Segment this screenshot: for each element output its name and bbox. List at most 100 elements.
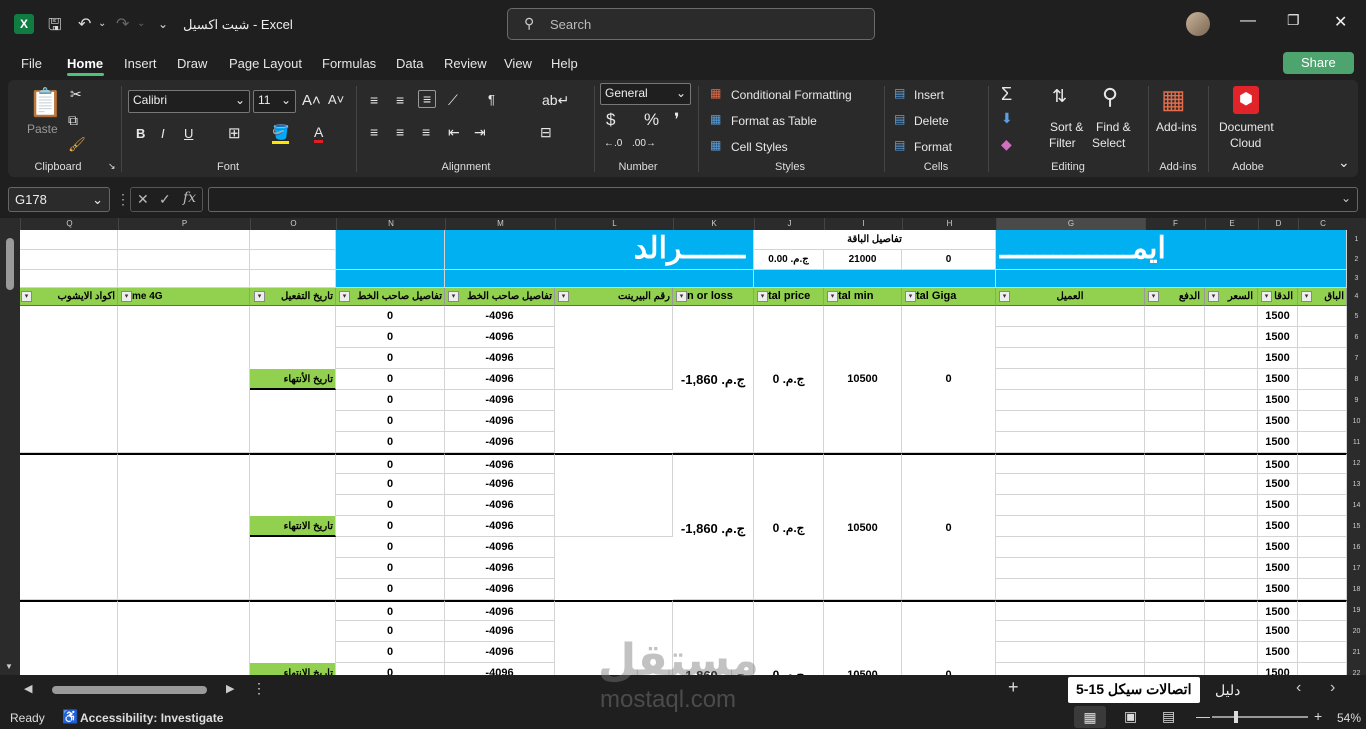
row-header[interactable]: 14: [1347, 495, 1366, 516]
package-cell[interactable]: [1298, 516, 1347, 537]
line-owner-cell[interactable]: -4096: [445, 348, 555, 369]
line-owner-cell[interactable]: 0: [336, 453, 445, 474]
minutes-cell[interactable]: 1500: [1258, 537, 1298, 558]
underline-icon[interactable]: U: [184, 126, 193, 141]
line-owner-cell[interactable]: -4096: [445, 558, 555, 579]
line-owner-cell[interactable]: -4096: [445, 411, 555, 432]
customer-cell[interactable]: [996, 348, 1145, 369]
document-cloud-label-1[interactable]: Document: [1219, 120, 1274, 134]
payment-cell[interactable]: [1145, 348, 1205, 369]
line-owner-cell[interactable]: -4096: [445, 432, 555, 453]
cut-icon[interactable]: ✂: [70, 86, 82, 103]
column-header-n[interactable]: N: [336, 218, 445, 230]
normal-view-icon[interactable]: ▦: [1074, 706, 1106, 728]
row-header[interactable]: 16: [1347, 537, 1366, 558]
total-price-cell[interactable]: ج.م. 0: [754, 306, 824, 453]
clear-icon[interactable]: ◆: [1001, 136, 1012, 153]
row-header[interactable]: 20: [1347, 621, 1366, 642]
cell[interactable]: [250, 250, 336, 270]
cancel-icon[interactable]: ✕: [137, 191, 149, 208]
minutes-cell[interactable]: 1500: [1258, 600, 1298, 621]
line-owner-cell[interactable]: -4096: [445, 453, 555, 474]
minutes-cell[interactable]: 1500: [1258, 348, 1298, 369]
payment-cell[interactable]: [1145, 579, 1205, 600]
line-owner-cell[interactable]: 0: [336, 495, 445, 516]
cell[interactable]: [445, 270, 754, 288]
line-owner-cell[interactable]: 0: [336, 369, 445, 390]
row-header[interactable]: 4: [1347, 288, 1366, 306]
header-m[interactable]: تفاصيل صاحب الخط: [445, 288, 555, 306]
borders-icon[interactable]: ⊞: [228, 124, 241, 142]
merged-cell-q[interactable]: [20, 306, 118, 453]
enter-icon[interactable]: ✓: [159, 191, 171, 208]
number-format-select[interactable]: General ⌄: [600, 83, 691, 105]
undo-icon[interactable]: ↶: [78, 14, 91, 34]
next-sheet-icon[interactable]: ›: [1330, 679, 1335, 697]
avatar[interactable]: [1186, 12, 1210, 36]
column-header-h[interactable]: H: [902, 218, 996, 230]
customer-cell[interactable]: [996, 369, 1145, 390]
column-header-e[interactable]: E: [1205, 218, 1258, 230]
increase-decimal-icon[interactable]: ←.0: [604, 138, 622, 149]
zoom-out-icon[interactable]: —: [1196, 708, 1210, 724]
customer-cell[interactable]: [996, 327, 1145, 348]
share-button[interactable]: Share: [1283, 52, 1354, 74]
package-cell[interactable]: [1298, 558, 1347, 579]
merged-cell-p[interactable]: [118, 600, 250, 675]
merged-cell-q[interactable]: [20, 453, 118, 600]
decrease-font-icon[interactable]: A˅: [328, 92, 344, 107]
restore-icon[interactable]: ❐: [1287, 12, 1300, 29]
merged-cell-l[interactable]: [555, 453, 673, 537]
customer-cell[interactable]: [996, 474, 1145, 495]
header-q[interactable]: اكواد الايشوب: [20, 288, 118, 306]
package-cell[interactable]: [1298, 306, 1347, 327]
minutes-cell[interactable]: 1500: [1258, 306, 1298, 327]
redo-icon[interactable]: ↷: [116, 14, 129, 34]
column-header-o[interactable]: O: [250, 218, 336, 230]
row-header[interactable]: 9: [1347, 390, 1366, 411]
row-header[interactable]: 5: [1347, 306, 1366, 327]
filter-dropdown-icon[interactable]: ▾: [827, 291, 838, 302]
package-cell[interactable]: [1298, 621, 1347, 642]
decrease-decimal-icon[interactable]: .00→: [632, 138, 656, 149]
title-left[interactable]: ـــــــرالد: [445, 230, 754, 270]
price-cell[interactable]: [1205, 642, 1258, 663]
page-break-view-icon[interactable]: ▤: [1162, 708, 1175, 725]
cell[interactable]: [118, 230, 250, 250]
wrap-text-icon[interactable]: ab↵: [542, 92, 569, 109]
line-owner-cell[interactable]: -4096: [445, 306, 555, 327]
merge-center-icon[interactable]: ⊟: [540, 124, 552, 141]
autosum-icon[interactable]: Σ: [1001, 84, 1012, 105]
cell[interactable]: [336, 270, 445, 288]
header-l[interactable]: رقم البيرينت: [555, 288, 673, 306]
row-header[interactable]: 13: [1347, 474, 1366, 495]
row-header[interactable]: 17: [1347, 558, 1366, 579]
customer-cell[interactable]: [996, 621, 1145, 642]
line-owner-cell[interactable]: -4096: [445, 327, 555, 348]
tab-help[interactable]: Help: [551, 56, 578, 71]
filter-dropdown-icon[interactable]: ▾: [676, 291, 687, 302]
cell-styles-button[interactable]: Cell Styles: [731, 140, 788, 154]
conditional-formatting-button[interactable]: Conditional Formatting: [731, 88, 852, 102]
vertical-scroll-thumb[interactable]: [6, 238, 14, 290]
filter-dropdown-icon[interactable]: ▾: [121, 291, 132, 302]
filter-dropdown-icon[interactable]: ▾: [1301, 291, 1312, 302]
zoom-level[interactable]: 54%: [1337, 711, 1361, 725]
tab-page-layout[interactable]: Page Layout: [229, 56, 302, 71]
package-cell[interactable]: [1298, 474, 1347, 495]
customer-cell[interactable]: [996, 516, 1145, 537]
minutes-cell[interactable]: 1500: [1258, 579, 1298, 600]
tab-insert[interactable]: Insert: [124, 56, 157, 71]
line-owner-cell[interactable]: -4096: [445, 495, 555, 516]
payment-cell[interactable]: [1145, 474, 1205, 495]
payment-cell[interactable]: [1145, 621, 1205, 642]
cell[interactable]: [996, 270, 1347, 288]
expand-formula-icon[interactable]: ⌄: [1341, 191, 1351, 205]
payment-cell[interactable]: [1145, 663, 1205, 675]
currency-icon[interactable]: $: [606, 110, 615, 130]
price-cell[interactable]: [1205, 432, 1258, 453]
filter-dropdown-icon[interactable]: ▾: [558, 291, 569, 302]
total-giga-cell[interactable]: 0: [902, 306, 996, 453]
line-owner-cell[interactable]: -4096: [445, 390, 555, 411]
tab-view[interactable]: View: [504, 56, 532, 71]
